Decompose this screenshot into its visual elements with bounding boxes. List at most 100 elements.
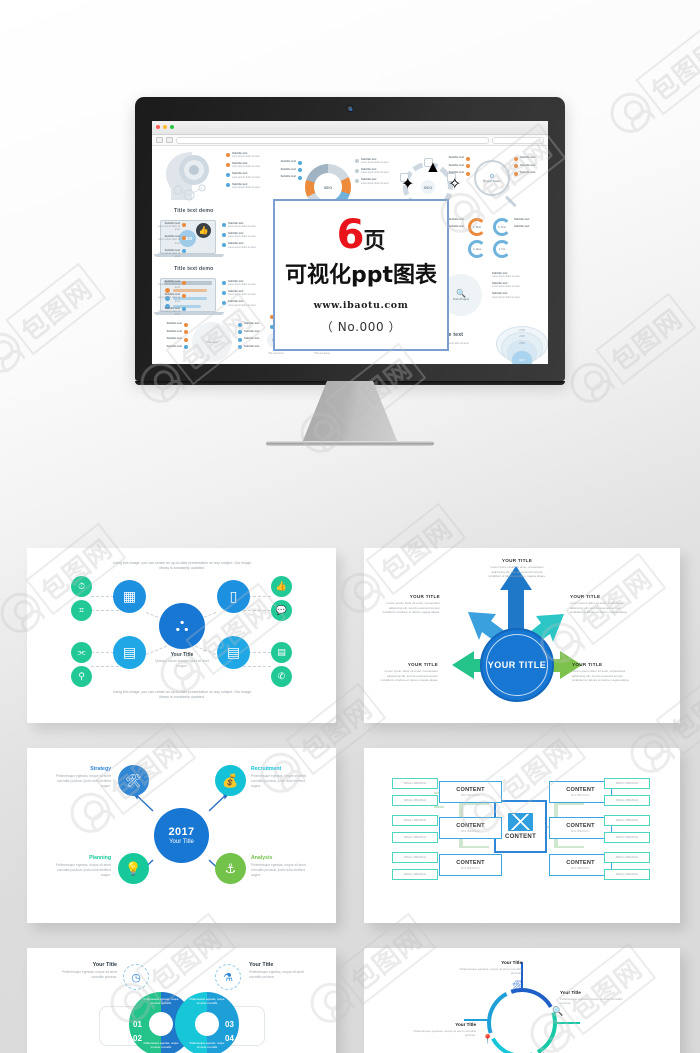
branch-sub: BIG BRANCH — [571, 829, 590, 833]
label-title: Analysis — [251, 855, 273, 861]
branch-box-right-3[interactable]: CONTENT BIG BRANCH — [549, 854, 612, 876]
slide-card-hub-icons[interactable]: Using this image, you can create an up-t… — [27, 548, 336, 723]
branch-title: CONTENT — [566, 860, 595, 867]
center-title: Your Title — [170, 652, 194, 658]
center-title: Your Title — [169, 839, 194, 845]
label-title: Planning — [89, 855, 111, 861]
segment-text-03: Pellentesque egestas, neque sit amet con… — [189, 998, 225, 1005]
branch-sub: BIG BRANCH — [461, 866, 480, 870]
slide-card-arrow-burst[interactable]: YOUR TITLE YOUR TITLE Lorem ipsum dolor … — [364, 548, 680, 723]
mid-icon-calculator[interactable]: ▦ — [113, 580, 146, 613]
label-top: Your Title Pellentesque egestas, neque s… — [456, 960, 522, 976]
slide-content: Pellentesque egestas, neque sit amet con… — [27, 948, 336, 1053]
icon-money-bag[interactable]: 💰 — [215, 765, 246, 796]
small-branch[interactable]: SMALL BRANCH — [604, 832, 650, 843]
label-body: Pellentesque egestas, neque sit amet con… — [56, 774, 111, 788]
label-title: Recruitment — [251, 766, 282, 772]
segment-num-01: 01 — [133, 1020, 142, 1029]
label-body: Lorem ipsum dolor sit amet, consectetur … — [488, 565, 546, 578]
slide-card-arc-four[interactable]: 🛠 🔍 📍 Your Title Pellentesque egestas, n… — [364, 948, 680, 1053]
label-body: Pellentesque egestas, neque sit amet con… — [413, 1028, 476, 1038]
label-planning: Planning Pellentesque egestas, neque sit… — [49, 855, 111, 878]
label-body: Lorem ipsum dolor sit amet, consectetur … — [380, 669, 438, 682]
leaf-icon-chat[interactable]: 💬 — [271, 600, 292, 621]
leaf-icon-stopwatch[interactable]: ⏱ — [71, 576, 92, 597]
small-branch[interactable]: SMALL BRANCH — [604, 852, 650, 863]
magnifier-icon[interactable]: 🔍 — [552, 1006, 563, 1017]
branch-box-right-2[interactable]: CONTENT BIG BRANCH — [549, 817, 612, 839]
branch-sub: BIG BRANCH — [461, 829, 480, 833]
label-title: YOUR TITLE — [409, 594, 440, 599]
branch-title: CONTENT — [566, 823, 595, 830]
small-branch[interactable]: SMALL BRANCH — [392, 852, 438, 863]
label-title: YOUR TITLE — [407, 662, 438, 667]
small-branch[interactable]: SMALL BRANCH — [392, 832, 438, 843]
branch-title: CONTENT — [566, 787, 595, 794]
envelope-icon — [508, 813, 533, 831]
branch-box-left-1[interactable]: CONTENT BIG BRANCH — [439, 781, 502, 803]
icon-bulb[interactable]: 💡 — [118, 853, 149, 884]
small-branch[interactable]: SMALL BRANCH — [604, 778, 650, 789]
small-branch[interactable]: SMALL BRANCH — [392, 869, 438, 880]
label-up-right: YOUR TITLE Lorem ipsum dolor sit amet, c… — [570, 594, 628, 615]
branch-box-left-2[interactable]: CONTENT BIG BRANCH — [439, 817, 502, 839]
slide-content: YOUR TITLE YOUR TITLE Lorem ipsum dolor … — [364, 548, 680, 723]
label-body: Pellentesque egestas, neque sit amet con… — [62, 970, 117, 979]
label-body: Lorem ipsum dolor sit amet, consectetur … — [382, 601, 440, 614]
leaf-icon-dumbbell[interactable]: ⫘ — [71, 642, 92, 663]
small-branch[interactable]: SMALL BRANCH — [604, 795, 650, 806]
label-body: Pellentesque egestas, neque sit amet con… — [560, 996, 623, 1006]
caption-top: Using this image, you can create an up-t… — [112, 561, 252, 571]
branch-title: CONTENT — [456, 787, 485, 794]
small-branch[interactable]: SMALL BRANCH — [604, 815, 650, 826]
label-body: Pellentesque egestas, neque sit amet con… — [251, 863, 306, 877]
small-branch[interactable]: SMALL BRANCH — [392, 795, 438, 806]
center-icon-sitemap[interactable]: ⛬ — [159, 603, 205, 649]
caption-bottom: Using this image, you can create an up-t… — [112, 690, 252, 700]
segment-text-04: Pellentesque egestas, neque sit amet con… — [189, 1042, 225, 1049]
pin-icon[interactable]: 📍 — [482, 1034, 493, 1045]
slide-content: 🛠 🔍 📍 Your Title Pellentesque egestas, n… — [364, 948, 680, 1053]
small-branch[interactable]: SMALL BRANCH — [392, 815, 438, 826]
mid-icon-clipboard[interactable]: ▤ — [113, 636, 146, 669]
label-title: Your Title — [92, 962, 117, 968]
branch-box-right-1[interactable]: CONTENT BIG BRANCH — [549, 781, 612, 803]
slide-thumbnail-grid: Using this image, you can create an up-t… — [0, 0, 700, 1053]
center-year: 2017 — [168, 826, 195, 838]
label-title: Your Title — [455, 1022, 476, 1027]
label-left: Your Title Pellentesque egestas, neque s… — [55, 962, 117, 980]
slide-content: Using this image, you can create an up-t… — [27, 548, 336, 723]
slide-card-double-donut[interactable]: Pellentesque egestas, neque sit amet con… — [27, 948, 336, 1053]
small-branch[interactable]: SMALL BRANCH — [392, 778, 438, 789]
label-body: Pellentesque egestas, neque sit amet con… — [56, 863, 111, 877]
branch-sub: BIG BRANCH — [571, 866, 590, 870]
label-left: Your Title Pellentesque egestas, neque s… — [410, 1022, 476, 1038]
leaf-icon-bulb[interactable]: ⚲ — [71, 666, 92, 687]
leaf-icon-phone[interactable]: ✆ — [271, 666, 292, 687]
icon-tools[interactable]: 🛠 — [118, 765, 149, 796]
segment-text-02: Pellentesque egestas, neque sit amet con… — [143, 1042, 179, 1049]
small-branch[interactable]: SMALL BRANCH — [604, 869, 650, 880]
slide-card-2017-four[interactable]: 2017 Your Title 🛠 💰 💡 ⚓ Strategy Pellent… — [27, 748, 336, 923]
leaf-icon-thumbsup[interactable]: 👍 — [271, 576, 292, 597]
branch-box-left-3[interactable]: CONTENT BIG BRANCH — [439, 854, 502, 876]
center-body: Quisque rutrum suscipit ligula sit amet … — [155, 659, 209, 668]
leaf-icon-wallet[interactable]: ▤ — [271, 642, 292, 663]
label-right: Your Title Pellentesque egestas, neque s… — [249, 962, 311, 980]
tools-icon[interactable]: 🛠 — [512, 980, 523, 991]
label-body: Lorem ipsum dolor sit amet, consectetur … — [572, 669, 630, 682]
center-circle[interactable]: YOUR TITLE — [480, 628, 554, 702]
label-title: YOUR TITLE — [570, 594, 601, 599]
leaf-icon-camera[interactable]: ⌗ — [71, 600, 92, 621]
slide-content: CONTENT CONTENT BIG BRANCH CONTENT BIG B… — [364, 748, 680, 923]
mid-icon-mobile-music[interactable]: ▯ — [217, 580, 250, 613]
label-title: Your Title — [560, 990, 581, 995]
label-title: YOUR TITLE — [501, 558, 533, 563]
flask-icon[interactable]: ⚗ — [215, 964, 241, 990]
slide-card-org-mindmap[interactable]: CONTENT CONTENT BIG BRANCH CONTENT BIG B… — [364, 748, 680, 923]
center-year-circle[interactable]: 2017 Your Title — [154, 808, 209, 863]
mid-icon-document-gear[interactable]: ▤ — [217, 636, 250, 669]
icon-anchor[interactable]: ⚓ — [215, 853, 246, 884]
clock-icon[interactable]: ◷ — [123, 964, 149, 990]
label-title: Your Title — [501, 960, 522, 965]
